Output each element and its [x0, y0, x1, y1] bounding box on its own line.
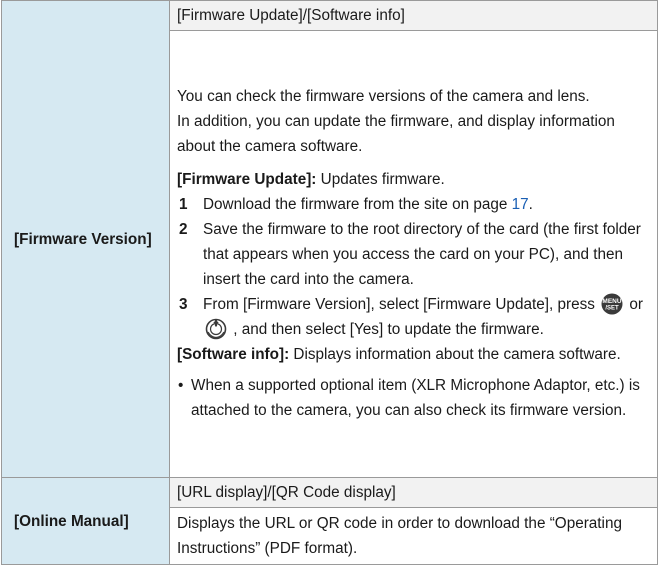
software-info-line: [Software info]: Displays information ab… — [177, 342, 649, 367]
firmware-update-text: Updates firmware. — [316, 170, 445, 188]
step-text: Download the firmware from the site on p… — [203, 192, 649, 217]
or-text: or — [629, 295, 643, 313]
table-row: [Online Manual] [URL display]/[QR Code d… — [1, 477, 658, 565]
note-text: When a supported optional item (XLR Micr… — [191, 376, 640, 419]
intro-paragraph-2: In addition, you can update the firmware… — [177, 112, 615, 155]
firmware-sub-header: [Firmware Update]/[Software info] — [169, 0, 658, 31]
settings-table: [Firmware Version] [Firmware Update]/[So… — [1, 0, 658, 565]
online-manual-label: [Online Manual] — [1, 477, 170, 565]
table-row: [Firmware Version] [Firmware Update]/[So… — [1, 0, 658, 478]
bullet-icon: • — [178, 376, 184, 394]
control-dial-icon — [205, 318, 227, 340]
note-bullet: • When a supported optional item (XLR Mi… — [177, 373, 649, 423]
manual-page: [Firmware Version] [Firmware Update]/[So… — [0, 0, 659, 565]
update-steps: 1 Download the firmware from the site on… — [177, 192, 649, 342]
software-info-title: [Software info]: — [177, 345, 290, 363]
software-info-text: Displays information about the camera so… — [289, 345, 621, 363]
step-number: 1 — [179, 195, 188, 213]
firmware-update-line: [Firmware Update]: Updates firmware. — [177, 167, 649, 192]
firmware-version-label: [Firmware Version] — [1, 0, 170, 478]
step-text-before: Download the firmware from the site on p… — [203, 195, 512, 213]
svg-text:/SET: /SET — [605, 306, 619, 312]
step-text-after: . — [528, 195, 533, 213]
step-number: 2 — [179, 220, 188, 238]
step-text: Save the firmware to the root directory … — [203, 220, 641, 288]
firmware-description: You can check the firmware versions of t… — [169, 30, 658, 478]
page-link[interactable]: 17 — [512, 196, 529, 213]
online-manual-description: Displays the URL or QR code in order to … — [169, 507, 658, 565]
step-number: 3 — [179, 295, 188, 313]
list-item: 1 Download the firmware from the site on… — [177, 192, 649, 217]
intro-paragraph-1: You can check the firmware versions of t… — [177, 87, 590, 105]
list-item: 3 From [Firmware Version], select [Firmw… — [177, 292, 649, 342]
online-manual-sub-header: [URL display]/[QR Code display] — [169, 477, 658, 508]
firmware-update-title: [Firmware Update]: — [177, 170, 317, 188]
list-item: 2 Save the firmware to the root director… — [177, 217, 649, 292]
step-text-b: , and then select [Yes] to update the fi… — [233, 320, 544, 338]
menu-set-button-icon: MENU /SET — [601, 293, 623, 315]
step-text-a: From [Firmware Version], select [Firmwar… — [203, 295, 595, 313]
svg-text:MENU: MENU — [603, 298, 622, 305]
step-text: From [Firmware Version], select [Firmwar… — [203, 292, 649, 342]
